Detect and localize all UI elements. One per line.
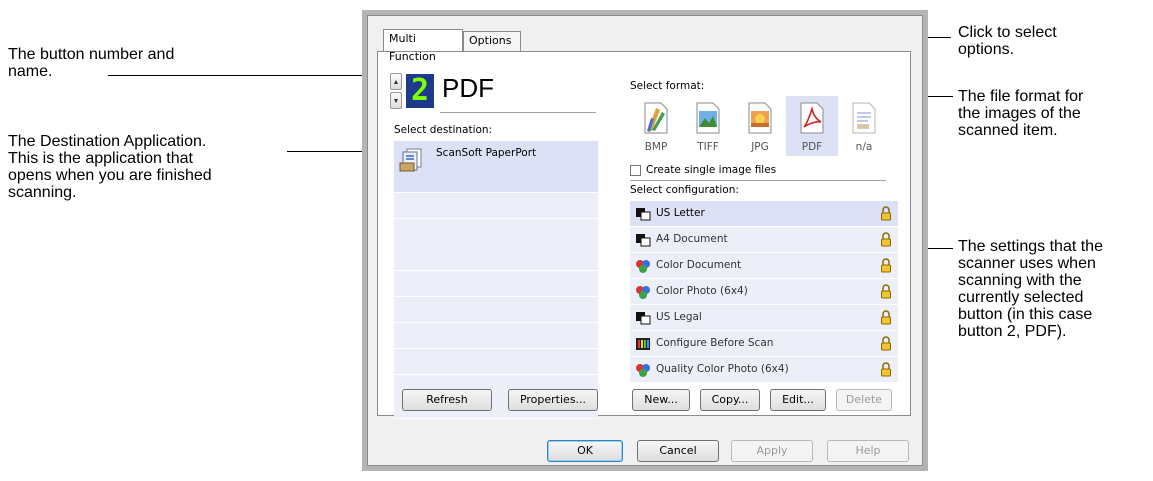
format-label: BMP bbox=[644, 141, 668, 153]
button-name-underline bbox=[440, 112, 596, 113]
destination-empty-row bbox=[394, 219, 598, 271]
config-label: Color Photo (6x4) bbox=[656, 285, 748, 297]
format-jpg[interactable]: JPG bbox=[734, 96, 786, 156]
callout-settings: The settings that the scanner uses when … bbox=[958, 238, 1103, 340]
config-item-color-photo[interactable]: Color Photo (6x4) bbox=[630, 279, 898, 305]
bw-document-icon bbox=[636, 208, 651, 221]
destination-label: ScanSoft PaperPort bbox=[436, 147, 537, 159]
single-image-checkbox[interactable] bbox=[630, 165, 641, 176]
button-number-display: 2 bbox=[406, 74, 434, 108]
single-image-label: Create single image files bbox=[646, 164, 777, 176]
format-pdf[interactable]: PDF bbox=[786, 96, 838, 156]
multi-function-panel: ▲ ▼ 2 PDF Select destination: ScanSoft P… bbox=[377, 51, 911, 419]
destination-item[interactable]: ScanSoft PaperPort bbox=[394, 141, 598, 193]
destination-list: ScanSoft PaperPort bbox=[394, 141, 598, 419]
copy-config-button[interactable]: Copy... bbox=[700, 389, 760, 411]
config-label: US Legal bbox=[656, 311, 702, 323]
spin-down-icon[interactable]: ▼ bbox=[390, 92, 402, 109]
bw-document-icon bbox=[636, 234, 651, 247]
cancel-button[interactable]: Cancel bbox=[637, 440, 719, 462]
destination-empty-row bbox=[394, 271, 598, 297]
ok-button[interactable]: OK bbox=[547, 440, 623, 462]
tab-multi-function[interactable]: Multi Function bbox=[383, 29, 463, 63]
pdf-file-icon bbox=[800, 102, 824, 134]
lock-icon bbox=[881, 284, 891, 299]
format-na[interactable]: n/a bbox=[838, 96, 890, 156]
config-label: Configure Before Scan bbox=[656, 337, 774, 349]
color-palette-icon bbox=[636, 260, 650, 273]
scanner-dialog: Multi Function Options ▲ ▼ 2 PDF Select … bbox=[362, 10, 928, 471]
format-label: JPG bbox=[751, 141, 769, 153]
button-spinner[interactable]: ▲ ▼ bbox=[390, 73, 403, 109]
apply-button[interactable]: Apply bbox=[731, 440, 813, 462]
config-item-configure-before-scan[interactable]: Configure Before Scan bbox=[630, 331, 898, 357]
lock-icon bbox=[881, 362, 891, 377]
color-palette-icon bbox=[636, 364, 650, 377]
destination-empty-row bbox=[394, 297, 598, 323]
lock-icon bbox=[881, 336, 891, 351]
format-bmp[interactable]: BMP bbox=[630, 96, 682, 156]
config-item-us-legal[interactable]: US Legal bbox=[630, 305, 898, 331]
bmp-file-icon bbox=[644, 102, 668, 134]
lock-icon bbox=[881, 206, 891, 221]
config-divider bbox=[630, 180, 886, 181]
config-label: Quality Color Photo (6x4) bbox=[656, 363, 789, 375]
tiff-file-icon bbox=[696, 102, 720, 134]
config-item-us-letter[interactable]: US Letter bbox=[630, 201, 898, 227]
select-configuration-label: Select configuration: bbox=[630, 184, 739, 196]
refresh-button[interactable]: Refresh bbox=[402, 389, 492, 411]
edit-config-button[interactable]: Edit... bbox=[770, 389, 826, 411]
destination-empty-row bbox=[394, 323, 598, 349]
format-label: PDF bbox=[801, 141, 823, 153]
new-config-button[interactable]: New... bbox=[632, 389, 690, 411]
format-label: TIFF bbox=[697, 141, 719, 153]
text-file-icon bbox=[852, 102, 876, 134]
lock-icon bbox=[881, 310, 891, 325]
config-item-color-document[interactable]: Color Document bbox=[630, 253, 898, 279]
config-label: US Letter bbox=[656, 207, 705, 219]
bw-document-icon bbox=[636, 312, 651, 325]
callout-format: The file format for the images of the sc… bbox=[958, 88, 1084, 139]
lock-icon bbox=[881, 232, 891, 247]
spin-up-icon[interactable]: ▲ bbox=[390, 73, 402, 90]
properties-button[interactable]: Properties... bbox=[508, 389, 598, 411]
format-tiff[interactable]: TIFF bbox=[682, 96, 734, 156]
button-name: PDF bbox=[442, 73, 494, 103]
callout-destination: The Destination Application. This is the… bbox=[8, 133, 212, 201]
color-palette-icon bbox=[636, 286, 650, 299]
config-label: Color Document bbox=[656, 259, 742, 271]
color-bars-icon bbox=[636, 338, 650, 350]
config-item-quality-color-photo[interactable]: Quality Color Photo (6x4) bbox=[630, 357, 898, 383]
select-format-label: Select format: bbox=[630, 80, 705, 92]
callout-options: Click to select options. bbox=[958, 24, 1057, 58]
callout-button-name-leader bbox=[108, 75, 373, 76]
callout-destination-leader bbox=[287, 151, 369, 152]
paperport-icon bbox=[399, 148, 422, 172]
select-destination-label: Select destination: bbox=[394, 124, 493, 136]
config-item-a4-document[interactable]: A4 Document bbox=[630, 227, 898, 253]
format-selector: BMP TIFF JPG PDF n/a bbox=[630, 96, 886, 156]
configuration-list: US Letter A4 Document Color Document Col… bbox=[630, 201, 898, 383]
lock-icon bbox=[881, 258, 891, 273]
tab-options[interactable]: Options bbox=[463, 31, 521, 51]
config-label: A4 Document bbox=[656, 233, 728, 245]
destination-empty-row bbox=[394, 349, 598, 375]
help-button[interactable]: Help bbox=[827, 440, 909, 462]
format-label: n/a bbox=[855, 141, 873, 153]
delete-config-button[interactable]: Delete bbox=[836, 389, 892, 411]
destination-empty-row bbox=[394, 193, 598, 219]
jpg-file-icon bbox=[748, 102, 772, 134]
